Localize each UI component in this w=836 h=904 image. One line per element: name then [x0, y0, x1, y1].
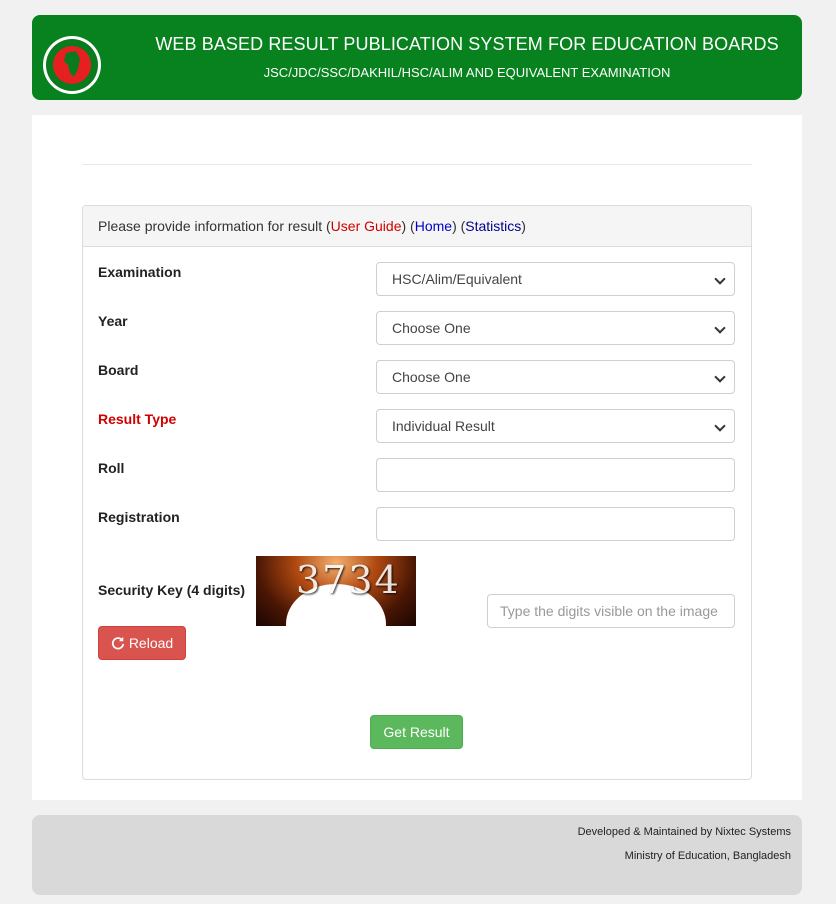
examination-select[interactable]: HSC/Alim/Equivalent: [376, 262, 735, 296]
refresh-icon: [111, 636, 124, 650]
footer-developer: Developed & Maintained by Nixtec Systems: [577, 826, 791, 838]
year-value: Choose One: [392, 320, 471, 336]
reload-button[interactable]: Reload: [98, 626, 186, 660]
page-title: WEB BASED RESULT PUBLICATION SYSTEM FOR …: [155, 34, 779, 54]
registration-input[interactable]: [376, 507, 735, 541]
security-key-label: Security Key (4 digits): [98, 582, 246, 598]
result-type-value: Individual Result: [392, 418, 495, 434]
registration-label: Registration: [98, 509, 180, 525]
user-guide-link[interactable]: User Guide: [331, 218, 402, 234]
page-subtitle: JSC/JDC/SSC/DAKHIL/HSC/ALIM AND EQUIVALE…: [263, 65, 671, 80]
site-footer: Developed & Maintained by Nixtec Systems…: [32, 815, 802, 895]
year-label: Year: [98, 313, 128, 329]
panel-heading-text: Please provide information for result: [98, 218, 323, 234]
result-type-label: Result Type: [98, 411, 177, 427]
roll-input[interactable]: [376, 458, 735, 492]
reload-label: Reload: [128, 635, 174, 651]
get-result-button[interactable]: Get Result: [370, 715, 463, 749]
site-header: WEB BASED RESULT PUBLICATION SYSTEM FOR …: [32, 15, 802, 100]
main-content: Please provide information for result (U…: [32, 115, 802, 800]
divider: [82, 164, 752, 165]
year-select[interactable]: Choose One: [376, 311, 735, 345]
security-key-input[interactable]: Type the digits visible on the image: [487, 594, 735, 628]
board-label: Board: [98, 362, 139, 378]
examination-value: HSC/Alim/Equivalent: [392, 271, 522, 287]
result-form-panel: Please provide information for result (U…: [82, 205, 752, 780]
captcha-digits: 3734: [296, 558, 401, 602]
roll-label: Roll: [98, 460, 125, 476]
board-select[interactable]: Choose One: [376, 360, 735, 394]
footer-ministry: Ministry of Education, Bangladesh: [624, 850, 791, 862]
examination-label: Examination: [98, 264, 182, 280]
statistics-link[interactable]: Statistics: [465, 218, 521, 234]
result-type-select[interactable]: Individual Result: [376, 409, 735, 443]
board-value: Choose One: [392, 369, 471, 385]
home-link[interactable]: Home: [415, 218, 452, 234]
captcha-image: 3734: [256, 556, 416, 626]
panel-heading: Please provide information for result (U…: [83, 206, 751, 247]
